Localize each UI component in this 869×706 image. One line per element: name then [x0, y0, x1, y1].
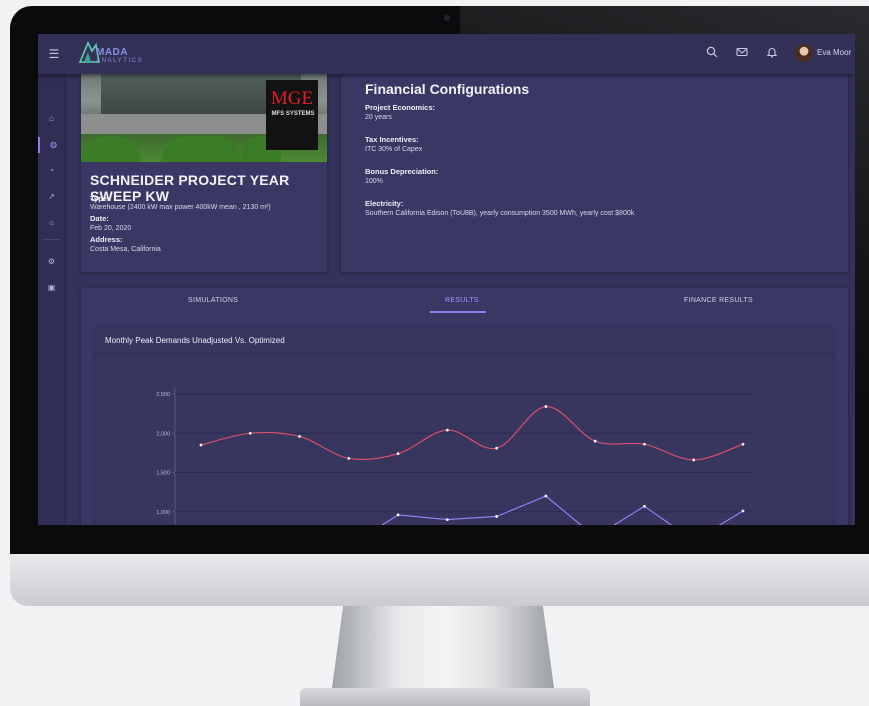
chart-card: Monthly Peak Demands Unadjusted Vs. Opti…	[95, 326, 833, 525]
type-value: Warehouse (2400 kW max power 400kW mean …	[90, 204, 271, 211]
economics-label: Project Economics:	[365, 103, 436, 112]
mail-icon[interactable]	[735, 46, 749, 60]
electricity-value: Southern California Edison (ToU8B), year…	[365, 210, 635, 217]
data-point	[298, 434, 301, 438]
data-point	[495, 515, 499, 518]
tab-simulations[interactable]: SIMULATIONS	[188, 297, 238, 304]
data-point	[248, 431, 252, 435]
sidebar-divider	[42, 239, 61, 240]
briefcase-icon[interactable]: ▣	[38, 280, 65, 296]
y-tick-label: 2,500	[156, 392, 170, 398]
data-point	[544, 405, 548, 408]
database-icon[interactable]: ◍	[38, 137, 67, 153]
sign-subtext: MFS SYSTEMS	[271, 111, 315, 117]
monitor-base	[300, 688, 590, 706]
trending-icon[interactable]: ↗	[38, 189, 65, 205]
app-logo[interactable]: MADA ANALYTICS	[78, 40, 148, 68]
data-point	[741, 442, 745, 446]
menu-icon[interactable]: ☰	[48, 47, 60, 61]
top-bar: ☰ MADA ANALYTICS Eva Moor	[38, 34, 855, 74]
data-point	[643, 442, 646, 446]
data-point	[593, 439, 597, 443]
data-point	[396, 452, 400, 456]
address-value: Costa Mesa, California	[90, 246, 161, 253]
user-name[interactable]: Eva Moor	[817, 48, 851, 57]
home-icon[interactable]: ⌂	[38, 111, 65, 127]
data-point	[643, 504, 646, 508]
app-screen: ☰ MADA ANALYTICS Eva Moor ⌂ ◍ ◔ ↗ ☼ ⚙ ▣	[38, 34, 855, 525]
data-point	[495, 446, 499, 450]
monitor-stand	[332, 606, 554, 688]
avatar[interactable]	[795, 44, 813, 62]
data-point	[741, 509, 745, 513]
data-point	[692, 458, 696, 462]
project-card: MGE MFS SYSTEMS SCHNEIDER PROJECT YEAR S…	[81, 74, 327, 272]
sidebar: ⌂ ◍ ◔ ↗ ☼ ⚙ ▣	[38, 74, 66, 525]
data-point	[445, 428, 449, 432]
bonus-label: Bonus Depreciation:	[365, 167, 439, 176]
type-label: Type:	[90, 194, 110, 203]
logo-subtext: ANALYTICS	[96, 58, 144, 64]
date-value: Feb 20, 2020	[90, 225, 132, 232]
date-label: Date:	[90, 214, 109, 223]
y-tick-label: 1,500	[156, 471, 170, 477]
series-line-2	[381, 495, 744, 525]
data-point	[199, 443, 203, 447]
gear-icon[interactable]: ⚙	[38, 254, 65, 270]
tab-results[interactable]: RESULTS	[445, 297, 479, 304]
search-icon[interactable]	[705, 46, 719, 60]
tax-label: Tax Incentives:	[365, 135, 419, 144]
address-label: Address:	[90, 235, 123, 244]
bell-icon[interactable]	[765, 46, 779, 60]
financial-title: Financial Configurations	[365, 81, 530, 97]
tax-value: ITC 30% of Capex	[365, 146, 423, 153]
data-point	[347, 456, 351, 460]
y-tick-label: 2,000	[156, 431, 170, 437]
project-photo: MGE MFS SYSTEMS	[81, 74, 327, 162]
financial-card: Financial Configurations Project Economi…	[341, 74, 848, 272]
active-tab-indicator	[430, 311, 486, 313]
results-panel: SIMULATIONS RESULTS FINANCE RESULTS Mont…	[81, 288, 848, 525]
tab-finance-results[interactable]: FINANCE RESULTS	[684, 297, 753, 304]
peak-demand-chart: 2,5002,0001,5001,000500	[156, 388, 753, 525]
data-point	[544, 494, 548, 498]
logo-text: MADA	[96, 47, 128, 58]
sun-icon[interactable]: ☼	[38, 215, 65, 231]
y-tick-label: 1,000	[156, 510, 170, 516]
pie-chart-icon[interactable]: ◔	[38, 163, 65, 179]
monitor-chin	[10, 554, 869, 606]
webcam	[444, 15, 450, 21]
electricity-label: Electricity:	[365, 199, 404, 208]
economics-value: 20 years	[365, 114, 392, 121]
data-point	[445, 518, 449, 521]
bonus-value: 100%	[365, 178, 383, 185]
data-point	[396, 513, 400, 517]
project-title: SCHNEIDER PROJECT YEAR SWEEP KW	[90, 172, 290, 204]
